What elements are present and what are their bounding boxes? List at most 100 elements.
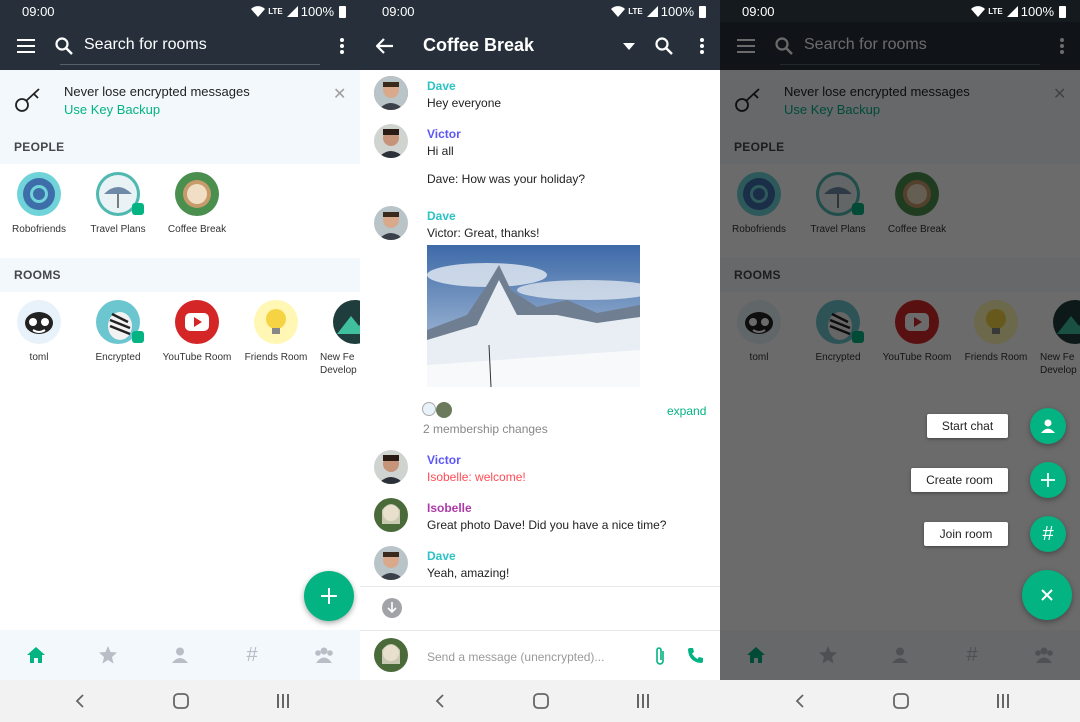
search-input[interactable]: Search for rooms bbox=[84, 36, 207, 54]
back-arrow-icon[interactable] bbox=[373, 34, 397, 58]
close-banner-icon[interactable]: ✕ bbox=[333, 84, 346, 104]
avatar-dave[interactable] bbox=[374, 546, 408, 580]
battery-percent: 100% bbox=[660, 4, 694, 19]
sender-name[interactable]: Isobelle bbox=[427, 501, 472, 515]
rooms-section-header: ROOMS bbox=[0, 258, 360, 292]
back-nav-icon[interactable] bbox=[430, 691, 450, 711]
avatar-victor[interactable] bbox=[374, 124, 408, 158]
recents-nav-icon[interactable] bbox=[993, 691, 1013, 711]
system-navigation-bar bbox=[0, 680, 360, 722]
fab-close-button[interactable] bbox=[1022, 570, 1072, 620]
person-icon bbox=[1041, 419, 1055, 433]
signal-icon bbox=[286, 6, 298, 17]
message-text: Great photo Dave! Did you have a nice ti… bbox=[427, 518, 667, 532]
network-type: LTE bbox=[268, 7, 283, 16]
room-label: toml bbox=[29, 352, 49, 363]
signal-icon bbox=[646, 6, 658, 17]
create-room-label[interactable]: Create room bbox=[911, 468, 1008, 492]
jump-to-bottom-icon[interactable] bbox=[382, 598, 402, 618]
plus-icon bbox=[321, 588, 337, 604]
avatar-dave[interactable] bbox=[374, 206, 408, 240]
room-list-fab-menu-screen: 09:00 LTE 100% Search for rooms Never lo… bbox=[720, 0, 1080, 722]
overflow-menu-icon[interactable] bbox=[330, 34, 354, 58]
status-bar: 09:00 LTE 100% bbox=[720, 0, 1080, 22]
timeline-divider bbox=[360, 586, 720, 587]
avatar-new-room[interactable] bbox=[333, 300, 360, 344]
status-time: 09:00 bbox=[742, 4, 775, 19]
attachment-paperclip-icon[interactable] bbox=[654, 646, 666, 671]
avatar-robofriends[interactable] bbox=[17, 172, 61, 216]
fab-add-button[interactable] bbox=[304, 571, 354, 621]
search-underline bbox=[60, 64, 320, 65]
people-section-header: PEOPLE bbox=[0, 130, 360, 164]
encrypted-lock-icon bbox=[132, 331, 144, 343]
search-icon[interactable] bbox=[52, 34, 76, 58]
avatar-friends-room[interactable] bbox=[254, 300, 298, 344]
sender-name[interactable]: Victor bbox=[427, 127, 461, 141]
overflow-menu-icon[interactable] bbox=[690, 34, 714, 58]
avatar-youtube-room[interactable] bbox=[175, 300, 219, 344]
sender-name[interactable]: Victor bbox=[427, 453, 461, 467]
network-type: LTE bbox=[628, 7, 643, 16]
banner-title: Never lose encrypted messages bbox=[64, 84, 250, 99]
battery-percent: 100% bbox=[1020, 4, 1054, 19]
message-text: Dave: How was your holiday? bbox=[427, 172, 586, 186]
sender-name[interactable]: Dave bbox=[427, 79, 456, 93]
chat-toolbar: Coffee Break bbox=[360, 22, 720, 70]
avatar-victor[interactable] bbox=[374, 450, 408, 484]
avatar-isobelle[interactable] bbox=[374, 498, 408, 532]
room-label: YouTube Room bbox=[162, 352, 232, 363]
use-key-backup-link[interactable]: Use Key Backup bbox=[64, 102, 160, 117]
room-list-toolbar: Search for rooms bbox=[0, 22, 360, 70]
create-room-button[interactable] bbox=[1030, 462, 1066, 498]
message-composer-input[interactable]: Send a message (unencrypted)... bbox=[427, 650, 604, 664]
room-label: Encrypted bbox=[95, 352, 141, 363]
voice-call-phone-icon[interactable] bbox=[687, 647, 704, 669]
favourites-star-icon[interactable] bbox=[97, 644, 119, 666]
battery-icon bbox=[339, 5, 346, 18]
search-icon[interactable] bbox=[652, 34, 676, 58]
recents-nav-icon[interactable] bbox=[633, 691, 653, 711]
recents-nav-icon[interactable] bbox=[273, 691, 293, 711]
join-room-label[interactable]: Join room bbox=[924, 522, 1008, 546]
room-label: Friends Room bbox=[244, 352, 308, 363]
message-text: Hi all bbox=[427, 144, 454, 158]
membership-changes-text: 2 membership changes bbox=[423, 422, 548, 436]
join-room-button[interactable]: # bbox=[1030, 516, 1066, 552]
rooms-hash-icon[interactable]: # bbox=[241, 644, 263, 666]
people-label: Travel Plans bbox=[90, 224, 146, 235]
avatar-dave[interactable] bbox=[374, 76, 408, 110]
communities-group-icon[interactable] bbox=[313, 644, 335, 666]
mountain-photo[interactable] bbox=[427, 245, 640, 387]
system-navigation-bar bbox=[720, 680, 1080, 722]
status-bar: 09:00 LTE 100% bbox=[360, 0, 720, 22]
sender-name[interactable]: Dave bbox=[427, 549, 456, 563]
bottom-navigation: # bbox=[0, 630, 360, 680]
home-nav-icon[interactable] bbox=[171, 691, 191, 711]
start-chat-button[interactable] bbox=[1030, 408, 1066, 444]
key-icon bbox=[15, 88, 40, 112]
expand-membership-link[interactable]: expand bbox=[667, 404, 706, 418]
network-type: LTE bbox=[988, 7, 1003, 16]
avatar-toml[interactable] bbox=[17, 300, 61, 344]
home-nav-icon[interactable] bbox=[531, 691, 551, 711]
battery-percent: 100% bbox=[300, 4, 334, 19]
back-nav-icon[interactable] bbox=[790, 691, 810, 711]
composer-divider bbox=[360, 630, 720, 631]
home-icon[interactable] bbox=[25, 644, 47, 666]
people-person-icon[interactable] bbox=[169, 644, 191, 666]
hash-icon: # bbox=[1042, 522, 1054, 545]
message-text: Victor: Great, thanks! bbox=[427, 226, 540, 240]
sender-name[interactable]: Dave bbox=[427, 209, 456, 223]
avatar-coffee-break[interactable] bbox=[175, 172, 219, 216]
key-backup-banner: Never lose encrypted messages Use Key Ba… bbox=[0, 70, 360, 130]
home-nav-icon[interactable] bbox=[891, 691, 911, 711]
close-icon bbox=[1041, 589, 1053, 601]
wifi-icon bbox=[611, 6, 626, 17]
room-title[interactable]: Coffee Break bbox=[423, 35, 534, 56]
avatar-self bbox=[374, 638, 408, 672]
back-nav-icon[interactable] bbox=[70, 691, 90, 711]
hamburger-menu-icon[interactable] bbox=[14, 34, 38, 58]
start-chat-label[interactable]: Start chat bbox=[927, 414, 1008, 438]
dropdown-caret-icon[interactable] bbox=[617, 34, 641, 58]
